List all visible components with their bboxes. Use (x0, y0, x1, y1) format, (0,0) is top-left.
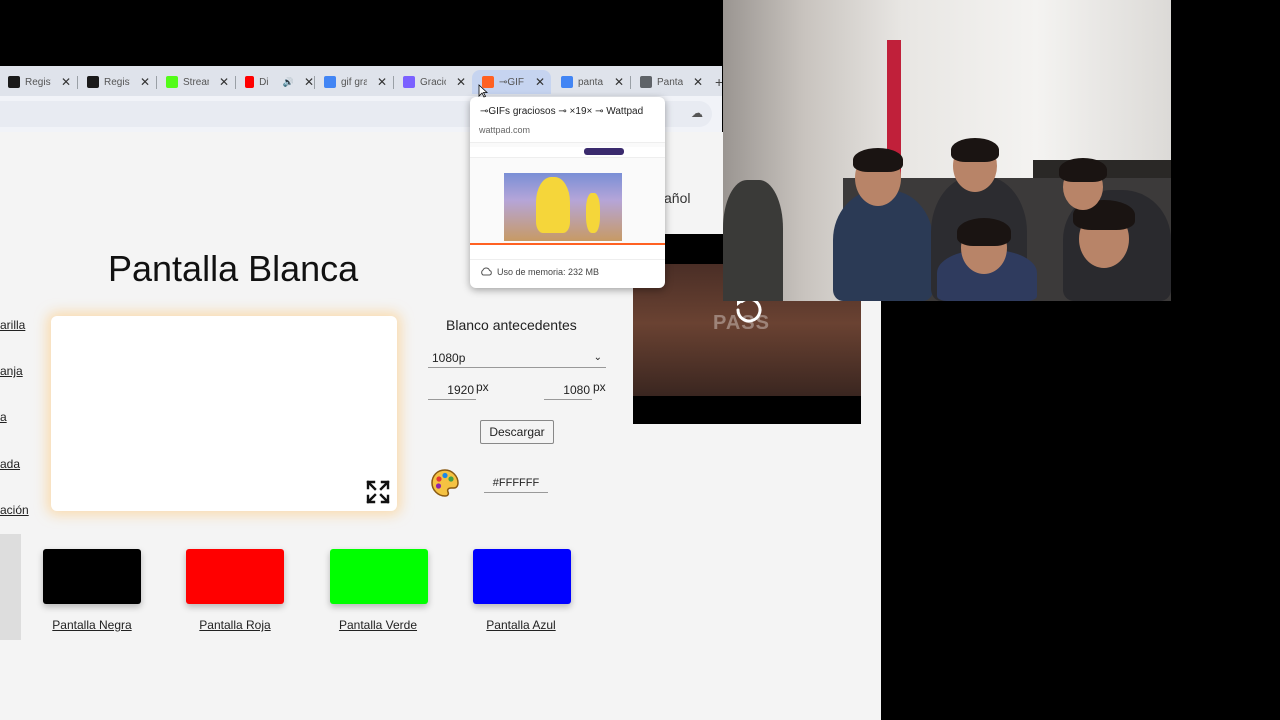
tab-separator (314, 76, 315, 89)
tab-favicon-icon (403, 76, 415, 88)
tab-close-icon[interactable]: ✕ (614, 75, 624, 89)
height-input[interactable] (544, 381, 592, 400)
color-palette-icon[interactable] (430, 468, 460, 498)
tab-title: Di (259, 76, 269, 88)
swatch-black[interactable] (43, 549, 141, 604)
tab-2[interactable]: Stream ✕ (156, 70, 235, 94)
tab-close-icon[interactable]: ✕ (219, 75, 229, 89)
tab-3[interactable]: Di 🔊 ✕ (235, 70, 314, 94)
speaker-icon[interactable]: 🔊 (283, 77, 294, 88)
tab-1[interactable]: Regist ✕ (77, 70, 156, 94)
webcam-person-1 (833, 190, 933, 301)
side-link-naranja[interactable]: anja (0, 364, 23, 378)
tab-favicon-icon (87, 76, 99, 88)
hover-card-title: ⊸GIFs graciosos ⊸ ×19× ⊸ Wattpad (480, 106, 644, 117)
height-unit: px (593, 380, 606, 394)
side-link-3[interactable]: a (0, 410, 7, 424)
tab-title: Stream (183, 76, 209, 88)
tab-close-icon[interactable]: ✕ (61, 75, 71, 89)
link-pantalla-roja[interactable]: Pantalla Roja (175, 618, 295, 632)
tab-favicon-icon (8, 76, 20, 88)
width-input[interactable] (428, 381, 476, 400)
hover-card-url: wattpad.com (479, 125, 531, 135)
download-button[interactable]: Descargar (480, 420, 554, 444)
webcam-hair-5 (1059, 158, 1107, 182)
thumb-header-bar (470, 147, 665, 158)
side-link-amarilla[interactable]: arilla (0, 318, 25, 332)
resolution-select[interactable]: 1080p ⌄ (428, 348, 606, 368)
tab-separator (235, 76, 236, 89)
tab-favicon-icon (640, 76, 652, 88)
thumb-orange-button (584, 148, 624, 155)
swatch-red[interactable] (186, 549, 284, 604)
white-screen-preview[interactable] (51, 316, 397, 511)
tab-close-icon[interactable]: ✕ (304, 75, 314, 89)
fullscreen-icon[interactable] (365, 479, 391, 505)
thumb-gif-image (504, 173, 622, 241)
tab-close-icon[interactable]: ✕ (377, 75, 387, 89)
mouse-cursor-icon (478, 84, 488, 98)
tab-close-icon[interactable]: ✕ (140, 75, 150, 89)
color-hex-input[interactable] (484, 474, 548, 493)
tab-separator (77, 76, 78, 89)
tab-title: Gracio (420, 76, 446, 88)
tab-favicon-icon (166, 76, 178, 88)
cloud-sync-icon[interactable]: ☁ (691, 106, 703, 120)
tab-favicon-icon (245, 76, 255, 88)
width-unit: px (476, 380, 489, 394)
tab-favicon-icon (561, 76, 573, 88)
link-pantalla-negra[interactable]: Pantalla Negra (32, 618, 152, 632)
tab-close-icon[interactable]: ✕ (693, 75, 703, 89)
link-pantalla-azul[interactable]: Pantalla Azul (461, 618, 581, 632)
webcam-person-left (723, 180, 783, 301)
tab-title: Panta (657, 76, 683, 88)
tab-4[interactable]: gif gra ✕ (314, 70, 393, 94)
chevron-down-icon: ⌄ (593, 352, 602, 363)
webcam-hair-3 (957, 218, 1011, 246)
memory-icon (481, 267, 492, 276)
scroll-strip (0, 534, 21, 640)
link-pantalla-verde[interactable]: Pantalla Verde (318, 618, 438, 632)
thumb-banner (470, 243, 665, 259)
tab-5[interactable]: Gracio ✕ (393, 70, 472, 94)
resolution-value: 1080p (432, 350, 466, 365)
hover-card-memory: Uso de memoria: 232 MB (497, 267, 600, 277)
hover-card-thumbnail (470, 142, 665, 260)
webcam-hair-1 (853, 148, 903, 172)
language-selector[interactable]: añol (664, 190, 690, 206)
side-link-4[interactable]: ada (0, 457, 20, 471)
tab-separator (156, 76, 157, 89)
tab-hover-card: ⊸GIFs graciosos ⊸ ×19× ⊸ Wattpad wattpad… (470, 97, 665, 288)
page-title: Pantalla Blanca (108, 248, 359, 289)
tab-title: ⊸GIF (499, 76, 525, 88)
tab-title: Regist (104, 76, 130, 88)
tab-close-icon[interactable]: ✕ (535, 75, 545, 89)
tab-separator (630, 76, 631, 89)
settings-title: Blanco antecedentes (446, 317, 577, 333)
tab-title: Regist (25, 76, 51, 88)
webcam-hair-2 (951, 138, 999, 162)
tab-title: panta (578, 76, 604, 88)
tab-close-icon[interactable]: ✕ (456, 75, 466, 89)
tab-0[interactable]: Regist ✕ (0, 70, 77, 94)
side-link-5[interactable]: ación (0, 503, 29, 517)
tab-favicon-icon (324, 76, 336, 88)
webcam-overlay (723, 0, 1171, 301)
tab-title: gif gra (341, 76, 367, 88)
swatch-blue[interactable] (473, 549, 571, 604)
tab-7[interactable]: panta ✕ (551, 70, 630, 94)
new-tab-button[interactable]: + (715, 70, 722, 94)
tab-8[interactable]: Panta ✕ (630, 70, 709, 94)
tab-strip: Regist ✕ Regist ✕ Stream ✕ Di 🔊 ✕ gif gra ✕ Gracio ✕… (0, 66, 722, 96)
tab-separator (393, 76, 394, 89)
swatch-green[interactable] (330, 549, 428, 604)
